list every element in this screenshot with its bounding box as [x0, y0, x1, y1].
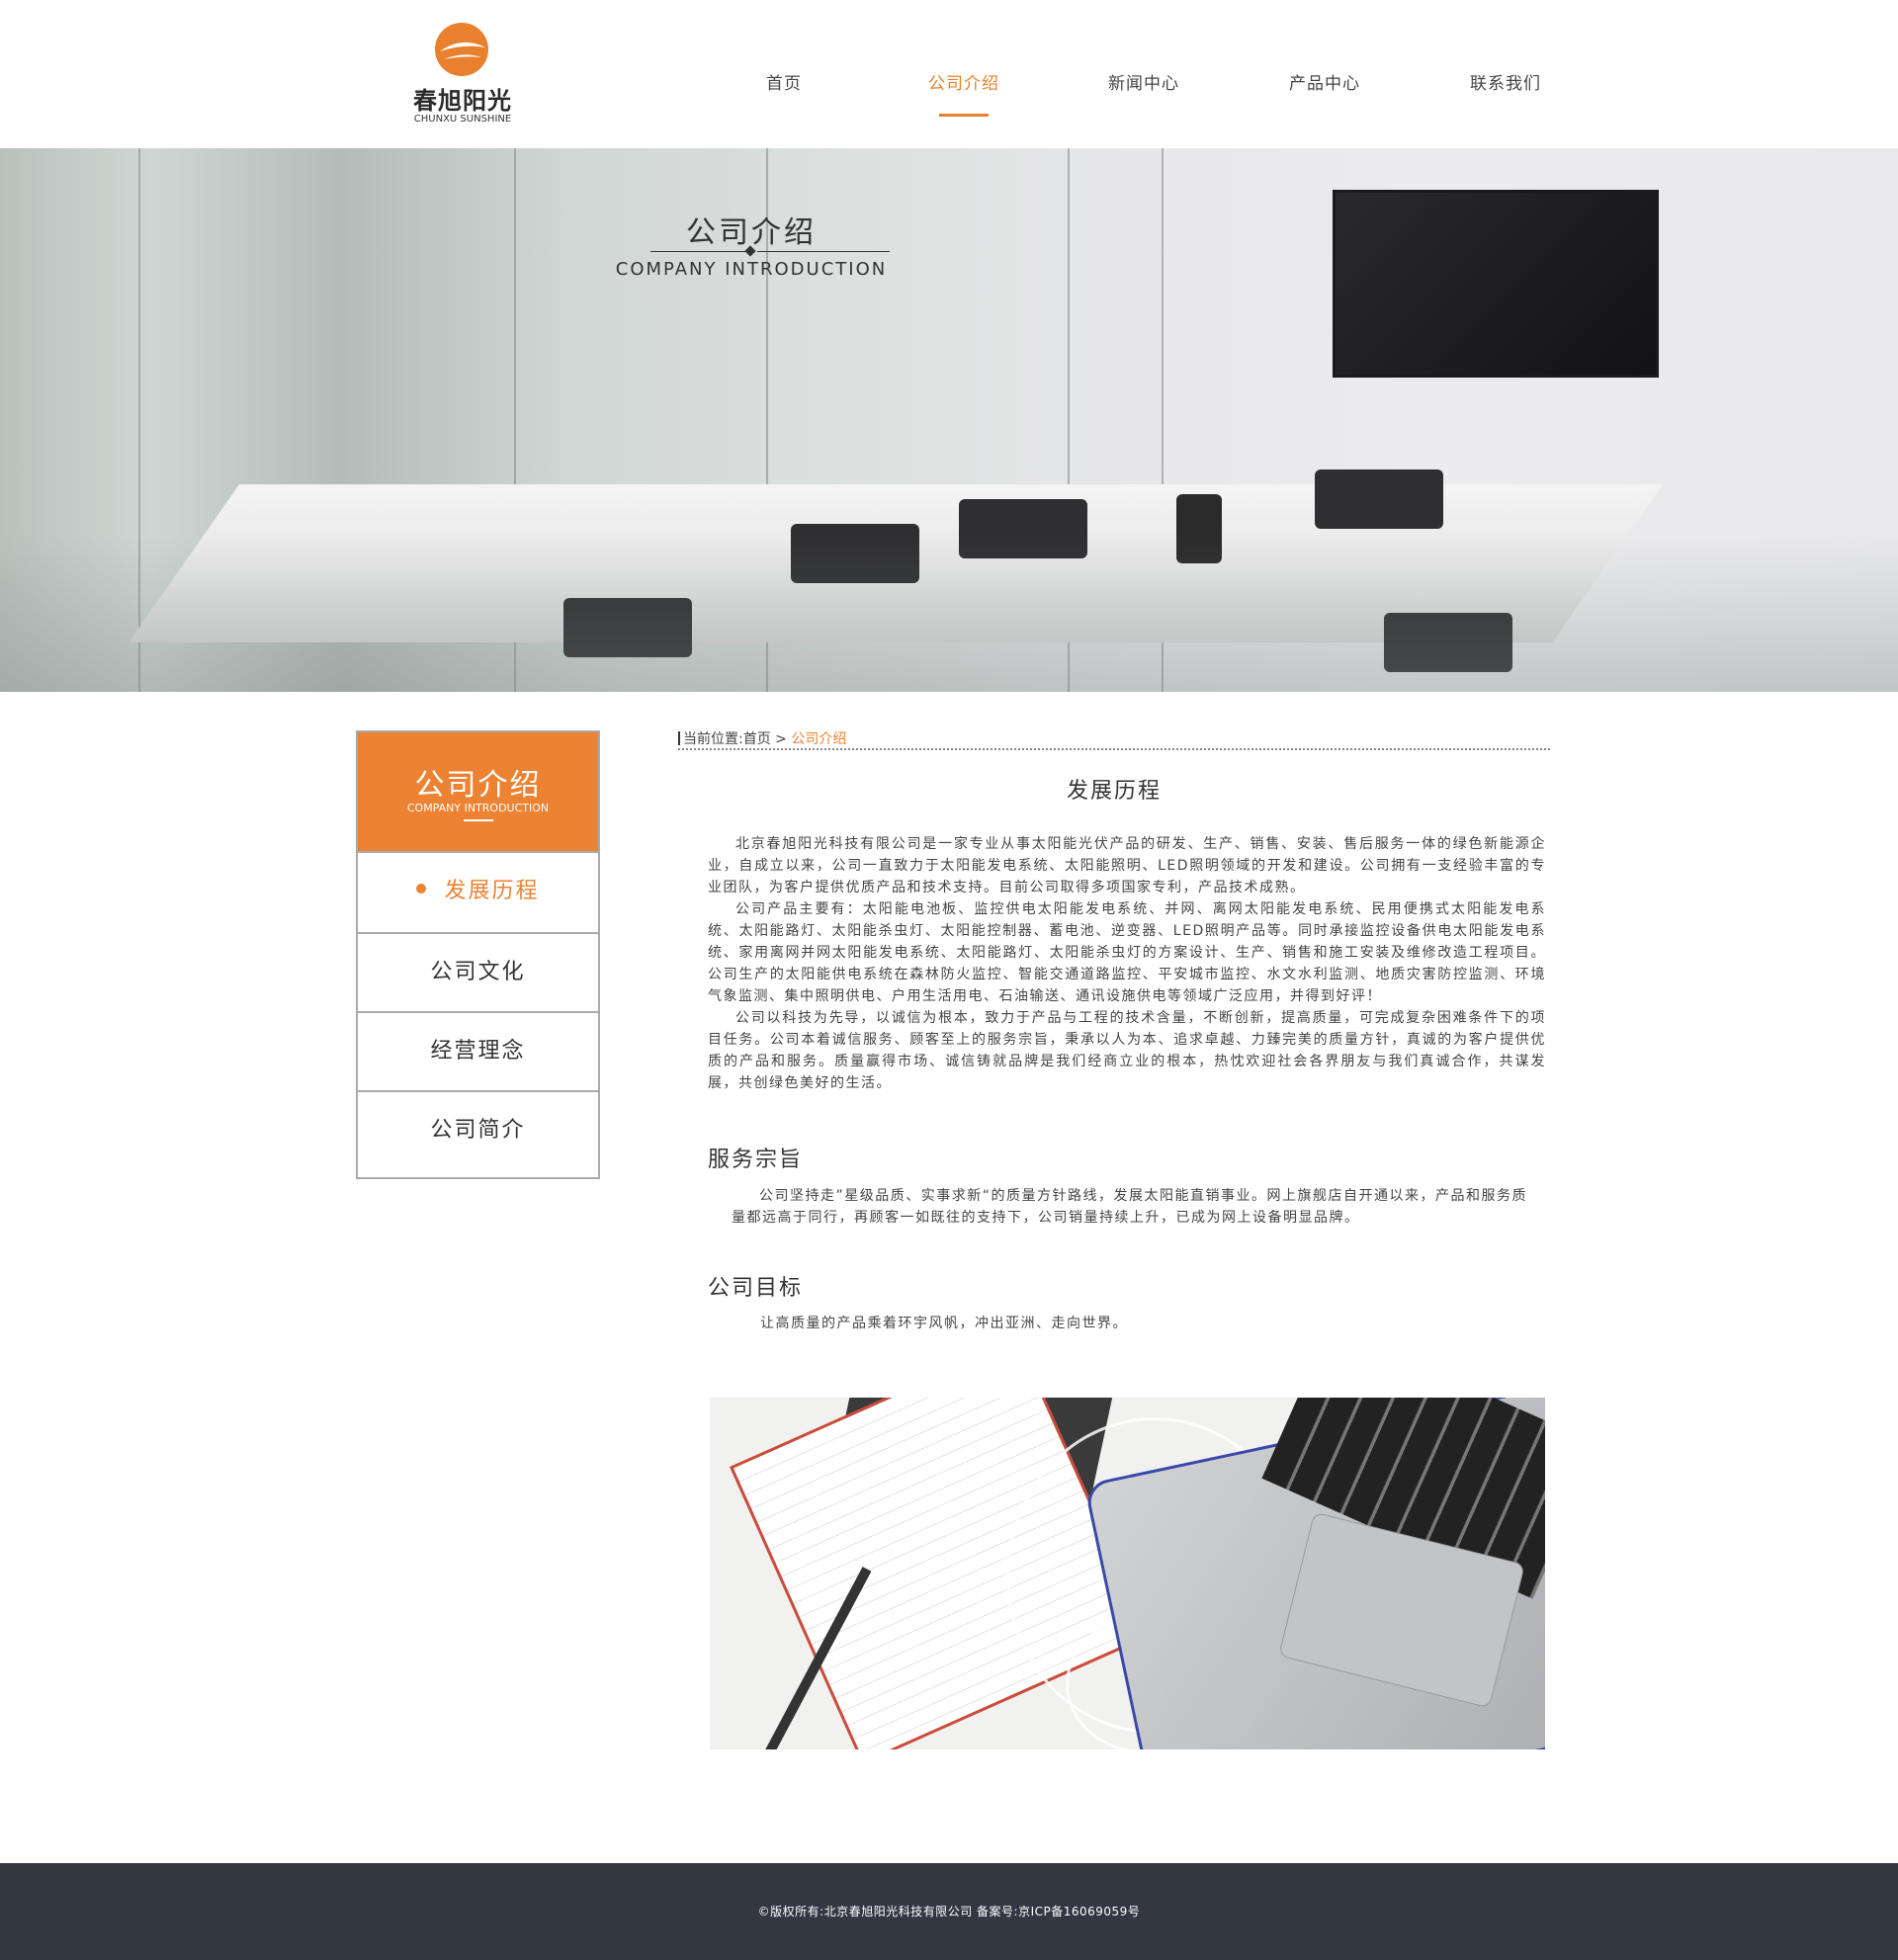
history-text: 北京春旭阳光科技有限公司是一家专业从事太阳能光伏产品的研发、生产、销售、安装、售…: [708, 833, 1546, 1094]
side-item-label: 公司简介: [430, 1118, 526, 1143]
section-heading-goal: 公司目标: [708, 1276, 804, 1301]
side-menu: 公司介绍 COMPANY INTRODUCTION 发展历程 公司文化 经营理念…: [356, 730, 600, 1179]
side-item-label: 经营理念: [430, 1039, 526, 1064]
chair-image: [1315, 469, 1443, 529]
bullet-icon: [416, 884, 427, 894]
nav-item-home[interactable]: 首页: [725, 69, 843, 94]
paragraph: 北京春旭阳光科技有限公司是一家专业从事太阳能光伏产品的研发、生产、销售、安装、售…: [708, 836, 1546, 895]
side-item-profile[interactable]: 公司简介: [358, 1090, 598, 1177]
side-menu-header: 公司介绍 COMPANY INTRODUCTION: [358, 732, 598, 851]
paragraph: 公司以科技为先导，以诚信为根本，致力于产品与工程的技术含量，不断创新，提高质量，…: [708, 1010, 1546, 1091]
banner-subtitle: COMPANY INTRODUCTION: [615, 259, 888, 280]
banner-title: 公司介绍: [686, 215, 817, 250]
main-nav: 首页 公司介绍 新闻中心 产品中心 联系我们: [0, 69, 1898, 109]
side-item-label: 公司文化: [430, 960, 526, 984]
copyright-text: ©版权所有:北京春旭阳光科技有限公司 备案号:京ICP备16069059号: [757, 1905, 1141, 1918]
nav-item-products[interactable]: 产品中心: [1265, 69, 1384, 94]
side-item-philosophy[interactable]: 经营理念: [358, 1011, 598, 1090]
title-divider: [650, 251, 747, 252]
paragraph: 公司产品主要有：太阳能电池板、监控供电太阳能发电系统、并网、离网太阳能发电系统、…: [708, 901, 1546, 1004]
site-header: 春旭阳光 CHUNXU SUNSHINE 首页 公司介绍 新闻中心 产品中心 联…: [0, 0, 1898, 148]
service-text: 公司坚持走”星级品质、实事求新“的质量方针路线，发展太阳能直销事业。网上旗舰店自…: [732, 1188, 1528, 1226]
site-footer: ©版权所有:北京春旭阳光科技有限公司 备案号:京ICP备16069059号: [0, 1863, 1898, 1960]
side-item-history[interactable]: 发展历程: [358, 851, 598, 932]
nav-item-contact[interactable]: 联系我们: [1446, 69, 1565, 94]
nav-item-about[interactable]: 公司介绍: [905, 69, 1023, 94]
side-menu-title: 公司介绍: [414, 768, 542, 803]
side-item-culture[interactable]: 公司文化: [358, 932, 598, 1011]
crumb-prefix: 当前位置:: [683, 731, 743, 747]
title-divider: [757, 251, 890, 252]
crumb-separator: >: [770, 731, 792, 747]
header-divider: [464, 819, 493, 821]
section-heading-history: 发展历程: [1066, 779, 1162, 804]
nav-item-news[interactable]: 新闻中心: [1084, 69, 1203, 94]
tv-screen-image: [1333, 190, 1659, 378]
floor-shade: [0, 534, 1898, 692]
section-heading-service: 服务宗旨: [708, 1148, 804, 1172]
breadcrumb: 当前位置:首页 > 公司介绍: [678, 728, 1550, 750]
brand-name-en: CHUNXU SUNSHINE: [413, 114, 512, 125]
side-menu-subtitle: COMPANY INTRODUCTION: [406, 802, 550, 814]
workspace-photo: [710, 1398, 1545, 1749]
goal-text: 让高质量的产品乘着环宇风帆，冲出亚洲、走向世界。: [760, 1316, 1128, 1331]
crumb-marker: [678, 731, 680, 745]
crumb-current: 公司介绍: [791, 731, 847, 747]
side-item-label: 发展历程: [444, 879, 540, 903]
hero-banner: 公司介绍 COMPANY INTRODUCTION: [0, 148, 1898, 692]
nav-active-indicator: [939, 114, 989, 117]
crumb-home-link[interactable]: 首页: [743, 731, 771, 747]
